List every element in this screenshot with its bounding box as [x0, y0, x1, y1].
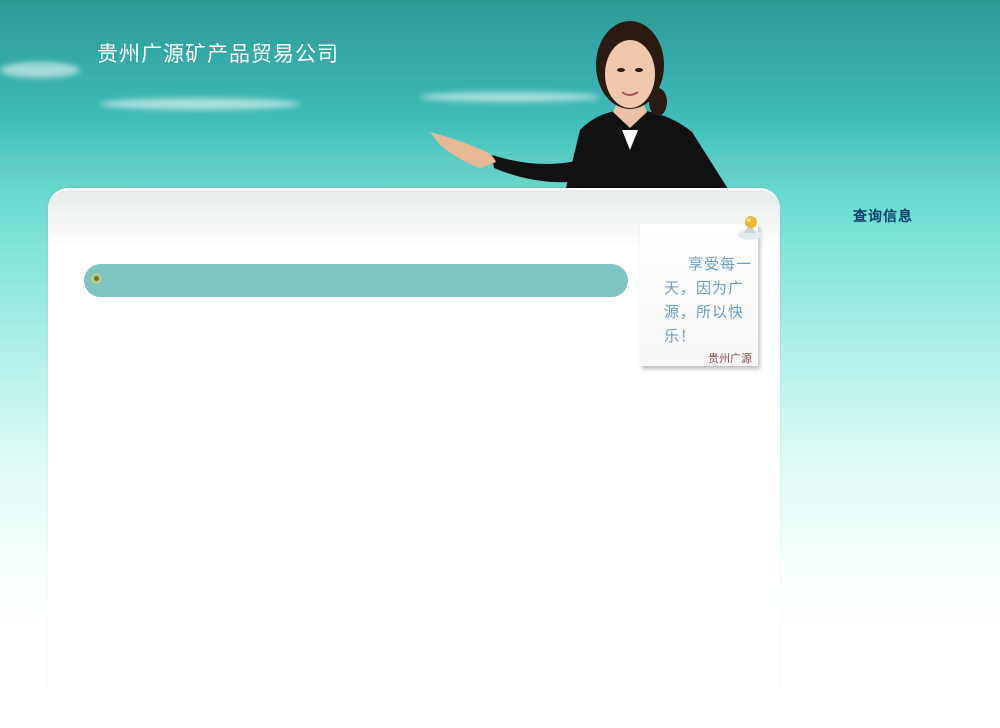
- sticky-note: 享受每一天，因为广源，所以快乐！ 贵州广源: [640, 224, 758, 366]
- note-text: 享受每一天，因为广源，所以快乐！: [664, 255, 753, 345]
- cloud: [0, 62, 80, 78]
- circle-bullet-icon: [91, 273, 102, 284]
- pushpin-icon: [738, 216, 762, 240]
- presenter-figure: [430, 21, 730, 192]
- note-signature: 贵州广源: [708, 352, 752, 365]
- company-title: 贵州广源矿产品贸易公司: [97, 42, 339, 66]
- section-header-bar: [84, 264, 628, 297]
- cloud: [100, 98, 300, 110]
- sidebar-title: 查询信息: [853, 209, 913, 225]
